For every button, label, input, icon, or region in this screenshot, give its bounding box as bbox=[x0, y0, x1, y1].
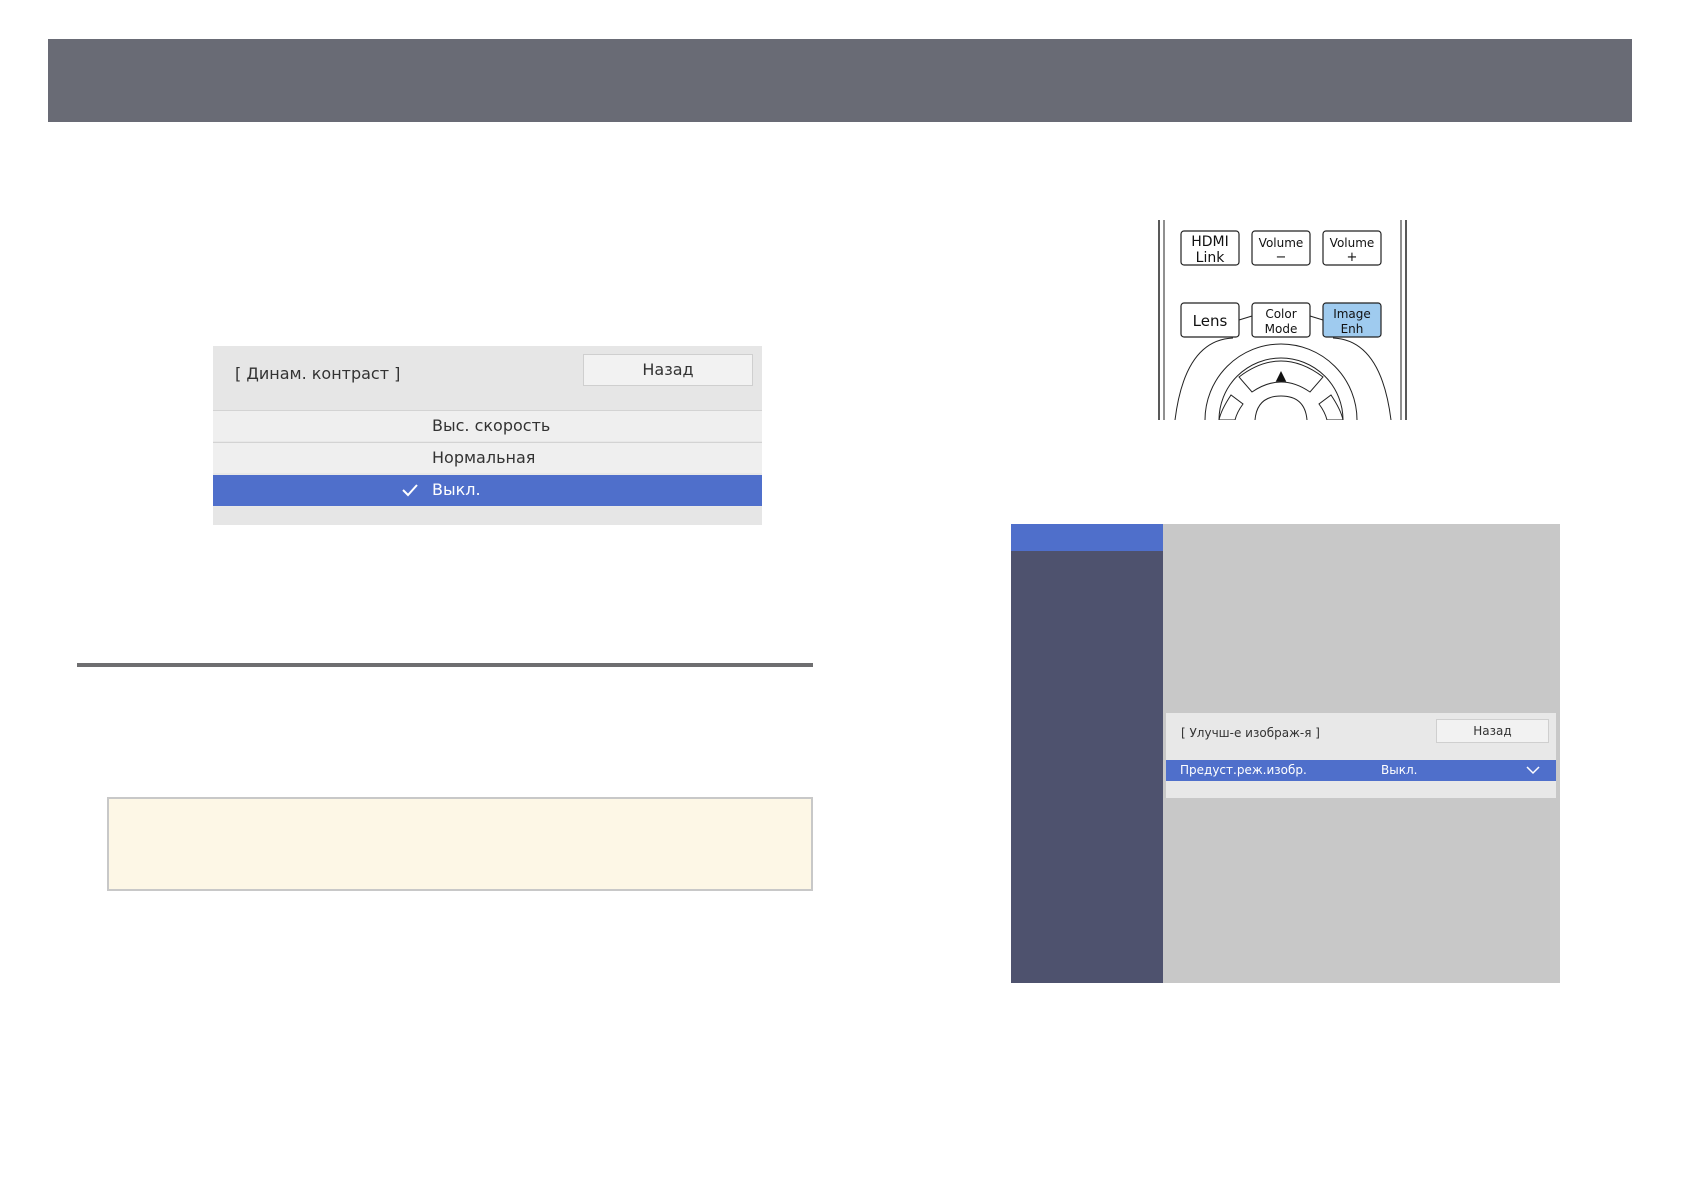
sidebar bbox=[1011, 524, 1163, 983]
row-value: Выкл. bbox=[1381, 763, 1418, 777]
up-arrow-icon: ▲ bbox=[1276, 368, 1287, 384]
button-label: Mode bbox=[1265, 322, 1298, 336]
center-enter-button[interactable] bbox=[1254, 395, 1308, 420]
option-off[interactable]: Выкл. bbox=[213, 475, 762, 506]
button-label: Color bbox=[1265, 307, 1296, 321]
checkmark-icon bbox=[402, 484, 418, 497]
button-label: Link bbox=[1196, 250, 1226, 266]
panel-title: [ Улучш-е изображ-я ] bbox=[1181, 726, 1320, 740]
button-label: Volume bbox=[1259, 236, 1304, 250]
button-label: HDMI bbox=[1191, 234, 1229, 250]
sidebar-selected-item[interactable] bbox=[1011, 524, 1163, 551]
button-label: Image bbox=[1333, 307, 1371, 321]
option-label: Выс. скорость bbox=[432, 416, 551, 435]
option-label: Нормальная bbox=[432, 448, 536, 467]
section-divider bbox=[77, 663, 813, 667]
button-label: + bbox=[1347, 250, 1358, 265]
page-header-bar bbox=[48, 39, 1632, 122]
button-label: Enh bbox=[1341, 322, 1364, 336]
button-label: Lens bbox=[1193, 312, 1228, 330]
back-button[interactable]: Назад bbox=[583, 354, 753, 386]
button-label: − bbox=[1276, 250, 1287, 265]
remote-control: HDMI Link Volume − Volume + Lens Color M… bbox=[1155, 220, 1415, 420]
image-enhancement-panel: [ Улучш-е изображ-я ] Назад Предуст.реж.… bbox=[1166, 713, 1556, 798]
row-label: Предуст.реж.изобр. bbox=[1180, 763, 1307, 777]
button-label: Volume bbox=[1330, 236, 1375, 250]
option-normal[interactable]: Нормальная bbox=[213, 442, 762, 473]
chevron-down-icon[interactable] bbox=[1526, 765, 1540, 775]
menu-footer bbox=[213, 507, 762, 525]
menu-title: [ Динам. контраст ] bbox=[235, 364, 401, 383]
option-high-speed[interactable]: Выс. скорость bbox=[213, 410, 762, 441]
note-box bbox=[107, 797, 813, 891]
remote-control-illustration: HDMI Link Volume − Volume + Lens Color M… bbox=[1158, 220, 1407, 420]
image-preset-mode-row[interactable]: Предуст.реж.изобр. Выкл. bbox=[1166, 760, 1556, 781]
option-label: Выкл. bbox=[432, 480, 481, 499]
back-button[interactable]: Назад bbox=[1436, 719, 1549, 743]
dynamic-contrast-menu: [ Динам. контраст ] Назад Выс. скорость … bbox=[213, 346, 762, 525]
menu-header: [ Динам. контраст ] Назад bbox=[213, 346, 762, 410]
image-enhancement-screen: [ Улучш-е изображ-я ] Назад Предуст.реж.… bbox=[1011, 524, 1560, 983]
